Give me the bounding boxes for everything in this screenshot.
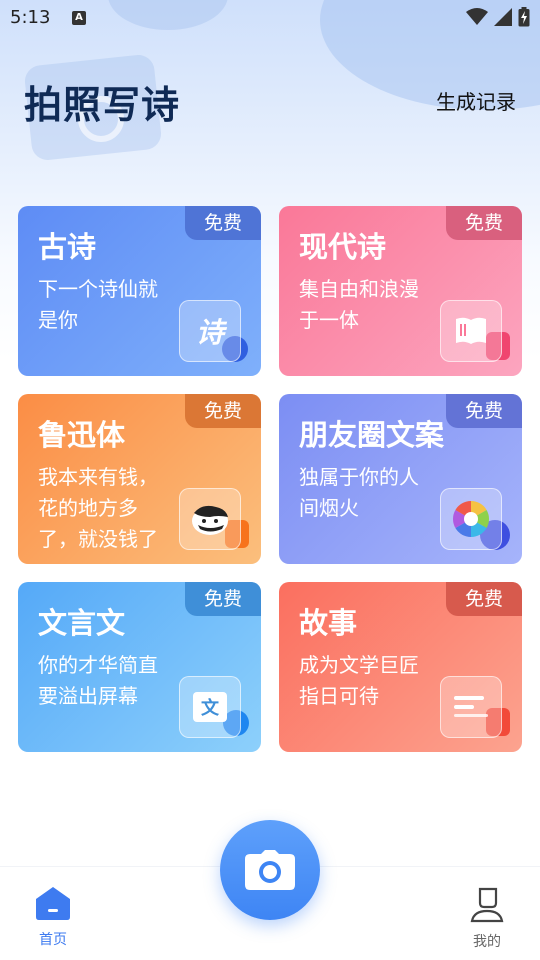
- nav-mine[interactable]: 我的: [452, 885, 522, 951]
- card-description: 成为文学巨匠指日可待: [299, 653, 419, 708]
- card-description: 集自由和浪漫于一体: [299, 277, 419, 332]
- luxun-portrait-icon: [179, 488, 241, 550]
- camera-icon: [245, 850, 295, 890]
- card-title: 古诗: [38, 230, 97, 264]
- battery-charging-icon: [518, 7, 530, 27]
- card-gushi[interactable]: 免费 古诗 下一个诗仙就是你 诗: [18, 206, 261, 376]
- free-badge: 免费: [185, 206, 261, 240]
- page-title: 拍照写诗: [24, 83, 181, 127]
- nav-home[interactable]: 首页: [18, 885, 88, 949]
- nav-home-label: 首页: [39, 932, 67, 948]
- poem-icon-glyph: 诗: [195, 316, 224, 349]
- camera-button[interactable]: [220, 820, 320, 920]
- scroll-frame: 文: [193, 692, 227, 722]
- document-lines-icon: [440, 676, 502, 738]
- card-luxun[interactable]: 免费 鲁迅体 我本来有钱，花的地方多了，就没钱了: [18, 394, 261, 564]
- wifi-icon: [466, 8, 488, 25]
- card-title: 故事: [299, 606, 358, 640]
- card-xiandai[interactable]: 免费 现代诗 集自由和浪漫于一体: [279, 206, 522, 376]
- card-description: 独属于你的人间烟火: [299, 465, 419, 520]
- free-badge: 免费: [446, 582, 522, 616]
- home-icon: [36, 887, 70, 920]
- user-icon: [470, 887, 504, 923]
- free-badge: 免费: [446, 394, 522, 428]
- status-time: 5:13: [10, 7, 51, 28]
- free-badge: 免费: [185, 394, 261, 428]
- nav-mine-label: 我的: [473, 934, 501, 950]
- open-book-icon: [440, 300, 502, 362]
- free-badge: 免费: [185, 582, 261, 616]
- card-title: 现代诗: [299, 230, 387, 264]
- card-description: 下一个诗仙就是你: [38, 277, 158, 332]
- history-link[interactable]: 生成记录: [436, 86, 516, 115]
- poem-book-icon: 诗: [179, 300, 241, 362]
- notification-a-icon: A: [72, 11, 86, 25]
- signal-icon: [494, 8, 512, 26]
- card-title: 鲁迅体: [38, 418, 126, 452]
- classical-text-icon: 文: [179, 676, 241, 738]
- free-badge: 免费: [446, 206, 522, 240]
- card-gushi-story[interactable]: 免费 故事 成为文学巨匠指日可待: [279, 582, 522, 752]
- card-description: 我本来有钱，花的地方多了，就没钱了: [38, 465, 158, 551]
- card-pengyouquan[interactable]: 免费 朋友圈文案 独属于你的人间烟火: [279, 394, 522, 564]
- card-wenyanwen[interactable]: 免费 文言文 你的才华简直要溢出屏幕 文: [18, 582, 261, 752]
- card-title: 文言文: [38, 606, 126, 640]
- status-icons: [466, 6, 530, 28]
- camera-aperture-icon: [440, 488, 502, 550]
- card-description: 你的才华简直要溢出屏幕: [38, 653, 158, 708]
- classical-text-glyph: 文: [201, 698, 219, 719]
- status-bar: 5:13 A: [0, 0, 540, 38]
- card-title: 朋友圈文案: [299, 418, 445, 452]
